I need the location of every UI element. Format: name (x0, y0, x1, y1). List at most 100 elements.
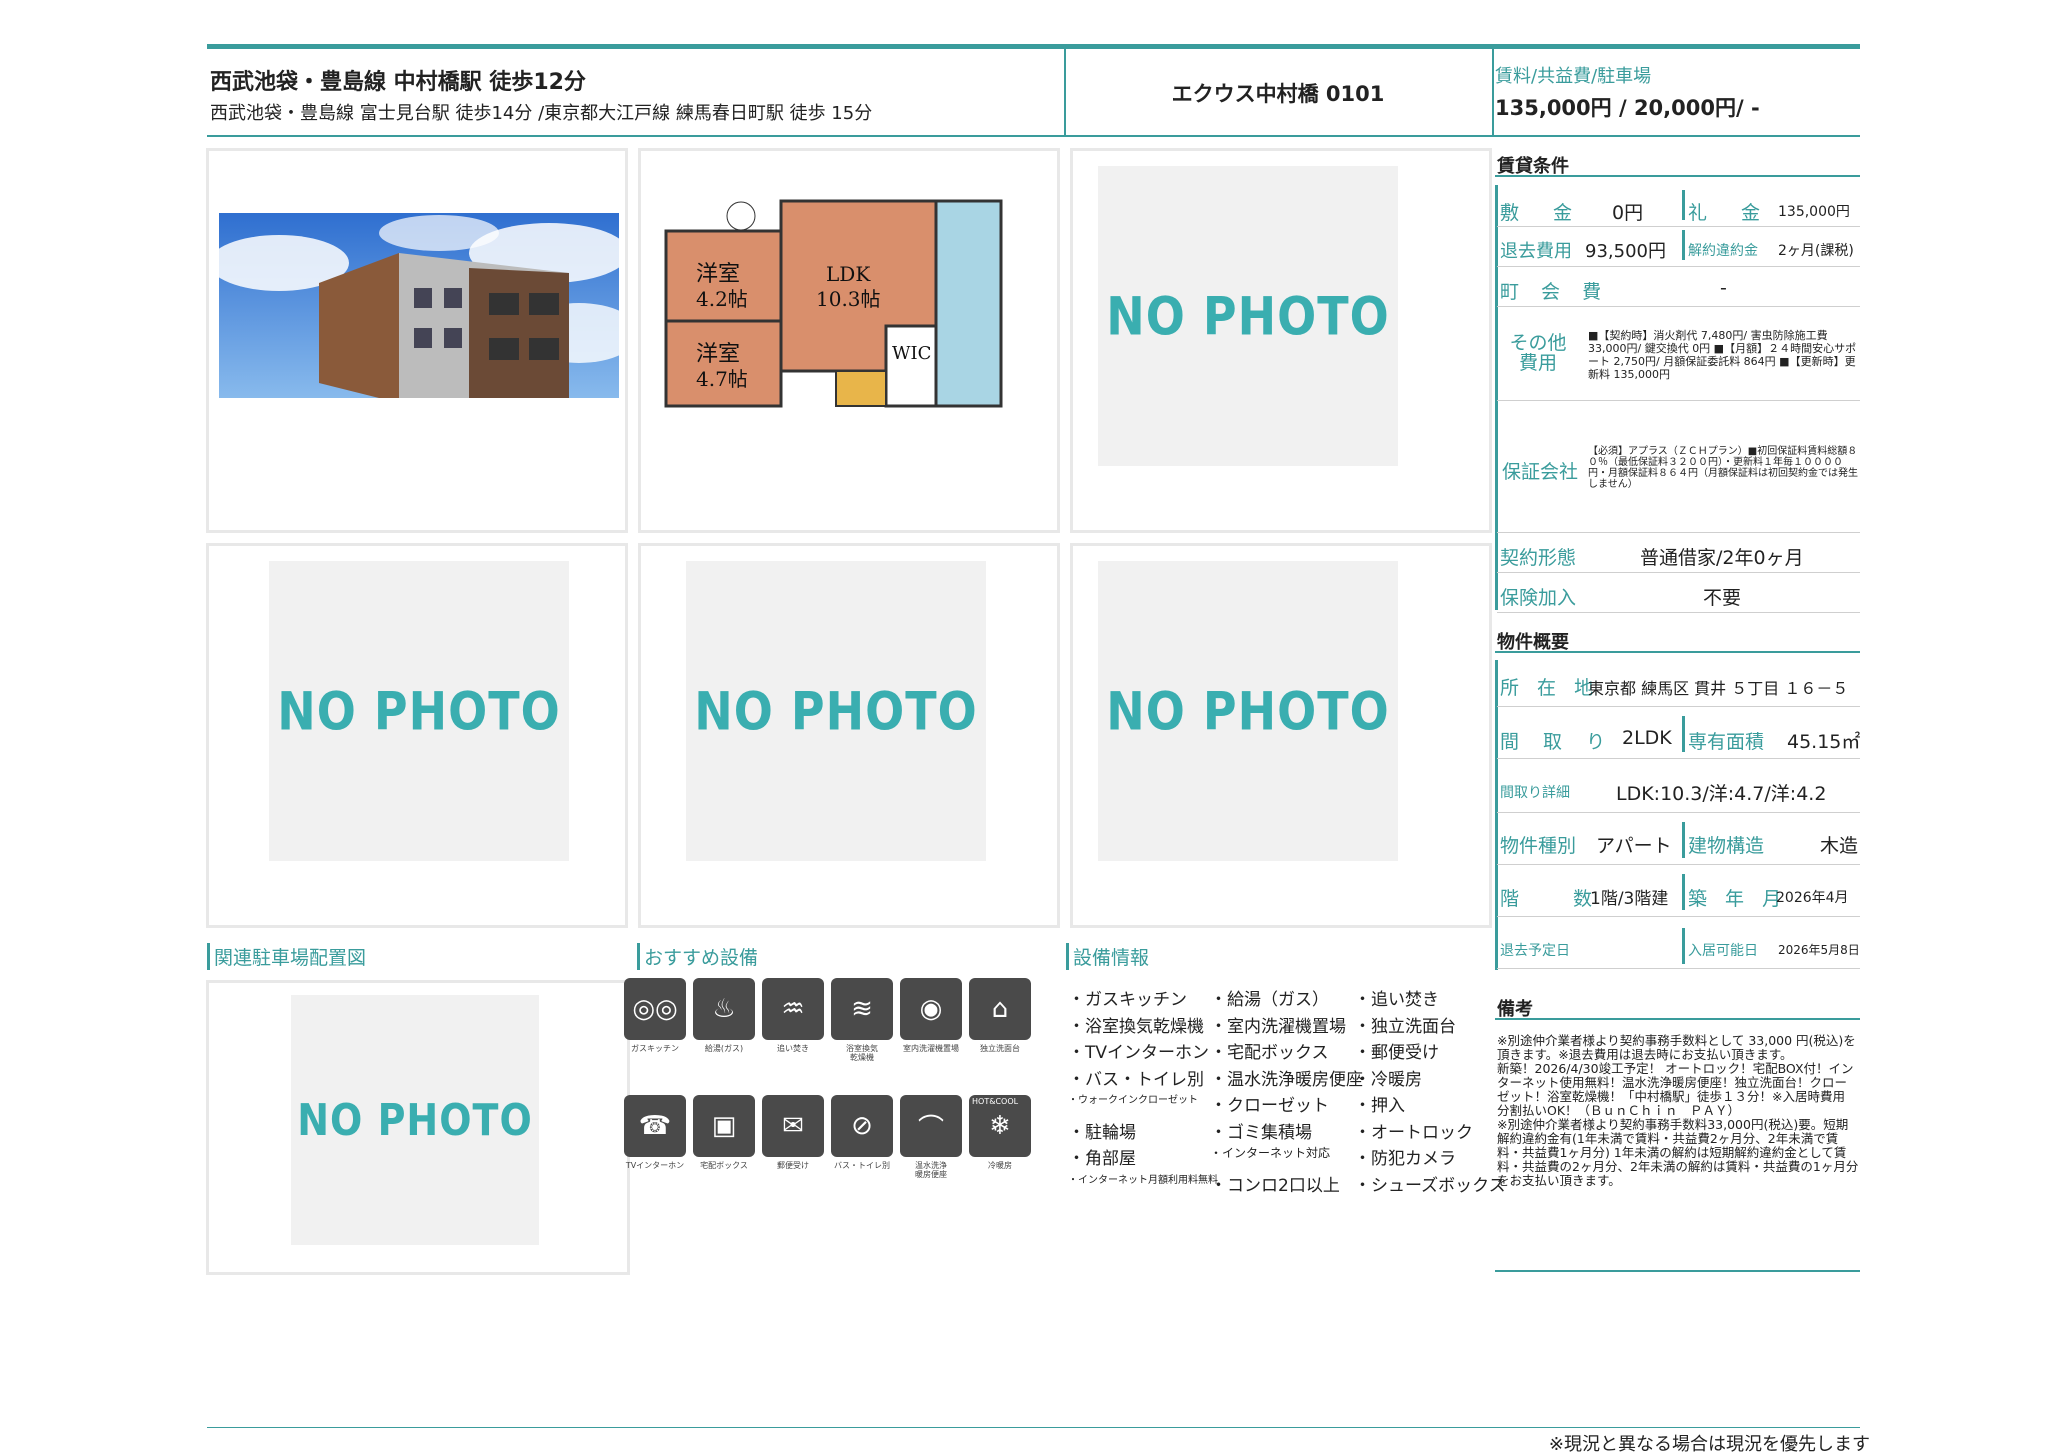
shikikin-label: 敷 金 (1500, 202, 1587, 224)
type-value: アパート (1596, 835, 1672, 857)
address-value: 東京都 練馬区 貫井 ５丁目 １６－５ (1588, 679, 1849, 698)
icon-caption: 追い焚き (777, 1044, 809, 1053)
intercom-icon: ☎ (624, 1095, 686, 1157)
aircon-badge: HOT&COOL (972, 1097, 1019, 1106)
move-label: 入居可能日 (1688, 943, 1758, 959)
conditions-left-bar (1495, 185, 1498, 610)
photo-floorplan[interactable]: 洋室 4.2帖 LDK 10.3帖 洋室 4.7帖 WIC (638, 148, 1060, 533)
structure-value: 木造 (1820, 835, 1859, 857)
insurance-value: 不要 (1703, 587, 1742, 609)
photo-3[interactable]: NO PHOTO (1070, 148, 1492, 533)
equipment-item: ・コンロ2口以上 (1210, 1175, 1340, 1196)
photo-exterior[interactable] (206, 148, 628, 533)
row-divider (1497, 968, 1860, 969)
mailbox-icon: ✉ (762, 1095, 824, 1157)
main-station: 西武池袋・豊島線 中村橋駅 徒歩12分 (210, 70, 586, 95)
row-divider (1497, 266, 1860, 267)
kaiyaku-label: 解約違約金 (1688, 243, 1758, 259)
overview-rule (1495, 651, 1860, 653)
icon-caption: 室内洗濯機置場 (903, 1044, 959, 1053)
row-divider (1497, 916, 1860, 917)
equipment-item: ・クローゼット (1210, 1096, 1329, 1116)
photo-4[interactable]: NO PHOTO (206, 543, 628, 928)
photo-5[interactable]: NO PHOTO (638, 543, 1060, 928)
row-divider (1497, 226, 1860, 227)
icon-caption: 独立洗面台 (980, 1044, 1020, 1053)
taikyo-label: 退去費用 (1500, 241, 1572, 262)
contract-label: 契約形態 (1500, 547, 1577, 569)
structure-label: 建物構造 (1688, 835, 1765, 857)
photo-6[interactable]: NO PHOTO (1070, 543, 1492, 928)
equipment-item: ・宅配ボックス (1210, 1043, 1329, 1063)
equipment-item: ・シューズボックス (1354, 1175, 1506, 1196)
icon-caption: 給湯(ガス) (704, 1044, 744, 1053)
layout-detail-label: 間取り詳細 (1500, 785, 1570, 801)
rent-label: 賃料/共益費/駐車場 (1495, 66, 1652, 87)
contract-value: 普通借家/2年0ヶ月 (1640, 547, 1804, 569)
layout-detail-value: LDK:10.3/洋:4.7/洋:4.2 (1616, 783, 1827, 805)
address-label: 所 在 地 (1500, 677, 1600, 699)
bath-dryer-icon: ≋ (831, 978, 893, 1040)
guarantee-value: 【必須】アプラス（ＺＣＨプラン）■初回保証料賃料総額８０％（最低保証料３２００円… (1588, 446, 1858, 490)
svg-text:WIC: WIC (892, 343, 931, 364)
icon-caption: バス・トイレ別 (834, 1161, 890, 1170)
svg-text:4.7帖: 4.7帖 (696, 367, 748, 391)
row-bar (1682, 230, 1685, 260)
row-bar (1682, 928, 1685, 964)
header-top-rule (207, 44, 1860, 49)
row-divider (1497, 612, 1860, 613)
conditions-rule (1495, 175, 1860, 177)
row-divider (1497, 306, 1860, 307)
rent-value: 135,000円 / 20,000円/ - (1495, 96, 1760, 120)
header-divider-2 (1492, 49, 1494, 137)
sub-stations: 西武池袋・豊島線 富士見台駅 徒歩14分 /東京都大江戸線 練馬春日町駅 徒歩 … (210, 103, 873, 124)
parking-map[interactable]: NO PHOTO (206, 980, 630, 1275)
equipment-item: ・独立洗面台 (1354, 1016, 1456, 1037)
insurance-label: 保険加入 (1500, 587, 1577, 609)
area-value: 45.15㎡ (1787, 731, 1861, 753)
taikyo-value: 93,500円 (1585, 241, 1666, 262)
footer-rule (207, 1427, 1860, 1428)
separate-bath-toilet-icon: ⊘ (831, 1095, 893, 1157)
icon-caption: 冷暖房 (988, 1161, 1012, 1170)
type-label: 物件種別 (1500, 835, 1577, 857)
floor-value: 1階/3階建 (1590, 889, 1669, 909)
built-value: 2026年4月 (1776, 890, 1849, 906)
other-fees-label: その他費用 (1509, 332, 1567, 374)
equipment-item: ・冷暖房 (1354, 1069, 1422, 1090)
remarks-rule (1495, 1018, 1860, 1020)
reheat-bath-icon: ♒ (762, 978, 824, 1040)
floorplan-image: 洋室 4.2帖 LDK 10.3帖 洋室 4.7帖 WIC (664, 199, 1003, 408)
equipment-item: ・浴室換気乾燥機 (1068, 1016, 1204, 1037)
washlet-icon: ⌒ (900, 1095, 962, 1157)
gas-stove-icon: ◎◎ (624, 978, 686, 1040)
row-bar (1682, 190, 1685, 220)
icon-caption: 浴室換気 乾燥機 (846, 1044, 878, 1062)
remarks-text: ※別途仲介業者様より契約事務手数料として 33,000 円(税込)を頂きます。※… (1497, 1033, 1859, 1188)
vanity-icon: ⌂ (969, 978, 1031, 1040)
building-exterior-image (219, 213, 619, 413)
parking-section-title: 関連駐車場配置図 (207, 943, 366, 970)
shikikin-value: 0円 (1612, 202, 1644, 224)
row-bar (1682, 822, 1685, 858)
chokai-label: 町 会 費 (1500, 281, 1610, 303)
svg-text:10.3帖: 10.3帖 (816, 287, 881, 311)
equipment-item: ・インターネット月額利用料無料 (1068, 1174, 1218, 1186)
svg-text:LDK: LDK (826, 262, 871, 286)
header-bottom-rule (207, 135, 1860, 137)
equipment-item: ・角部屋 (1068, 1149, 1136, 1169)
water-heater-icon: ♨ (693, 978, 755, 1040)
equipment-item: ・オートロック (1354, 1122, 1473, 1143)
icon-caption: 温水洗浄 暖房便座 (915, 1161, 947, 1179)
room-label-1: 洋室 (696, 262, 740, 287)
no-photo-placeholder: NO PHOTO (1098, 166, 1398, 466)
equipment-item: ・防犯カメラ (1354, 1149, 1456, 1169)
remarks-bottom-rule (1495, 1270, 1860, 1272)
kaiyaku-value: 2ヶ月(課税) (1778, 243, 1854, 259)
leave-label: 退去予定日 (1500, 943, 1570, 959)
no-photo-placeholder: NO PHOTO (686, 561, 986, 861)
layout-value: 2LDK (1622, 727, 1672, 749)
reikin-label: 礼 金 (1688, 202, 1775, 224)
recommended-section-title: おすすめ設備 (637, 943, 758, 970)
no-photo-placeholder: NO PHOTO (291, 995, 539, 1245)
